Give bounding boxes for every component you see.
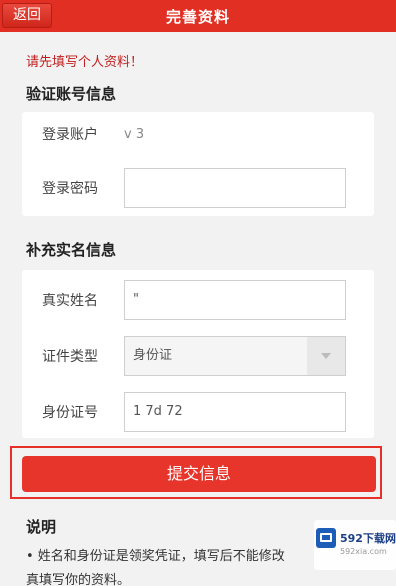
id-type-row: 证件类型 身份证 [22, 336, 374, 376]
account-section-title: 验证账号信息 [26, 85, 117, 103]
watermark-brand: 592下载网 [340, 532, 396, 545]
back-button[interactable]: 返回 [2, 3, 52, 28]
login-password-row: 登录密码 [22, 168, 374, 208]
identity-section-title: 补充实名信息 [26, 241, 117, 259]
real-name-row: 真实姓名 " [22, 280, 374, 320]
id-number-label: 身份证号 [42, 405, 98, 421]
login-account-value: v 3 [124, 126, 145, 142]
monitor-icon [316, 528, 336, 548]
login-password-input[interactable] [124, 168, 346, 208]
explanation-line-1: • 姓名和身份证是领奖凭证，填写后不能修改 [26, 549, 285, 564]
id-number-input[interactable]: 1 7d 72 [124, 392, 346, 432]
identity-card: 真实姓名 " 证件类型 身份证 身份证号 1 7d 72 [22, 270, 374, 438]
site-watermark: 592下载网 592xia.com [314, 520, 396, 570]
id-number-row: 身份证号 1 7d 72 [22, 392, 374, 432]
login-password-label: 登录密码 [42, 181, 98, 197]
top-bar: 返回 完善资料 [0, 0, 396, 32]
chevron-down-icon [321, 353, 331, 359]
id-type-value: 身份证 [133, 348, 173, 363]
page-title: 完善资料 [165, 7, 230, 26]
account-card: 登录账户 v 3 登录密码 [22, 112, 374, 216]
login-account-label: 登录账户 [42, 127, 98, 143]
watermark-domain: 592xia.com [340, 547, 387, 556]
real-name-input[interactable]: " [124, 280, 346, 320]
dropdown-caret [307, 337, 345, 375]
fill-notice: 请先填写个人资料！ [26, 55, 144, 70]
real-name-label: 真实姓名 [42, 293, 98, 309]
explanation-title: 说明 [26, 518, 57, 536]
id-type-select[interactable]: 身份证 [124, 336, 346, 376]
submit-button[interactable]: 提交信息 [22, 456, 376, 492]
login-account-row: 登录账户 v 3 [22, 114, 374, 154]
id-type-label: 证件类型 [42, 349, 98, 365]
explanation-line-2: 真填写你的资料。 [26, 573, 131, 586]
